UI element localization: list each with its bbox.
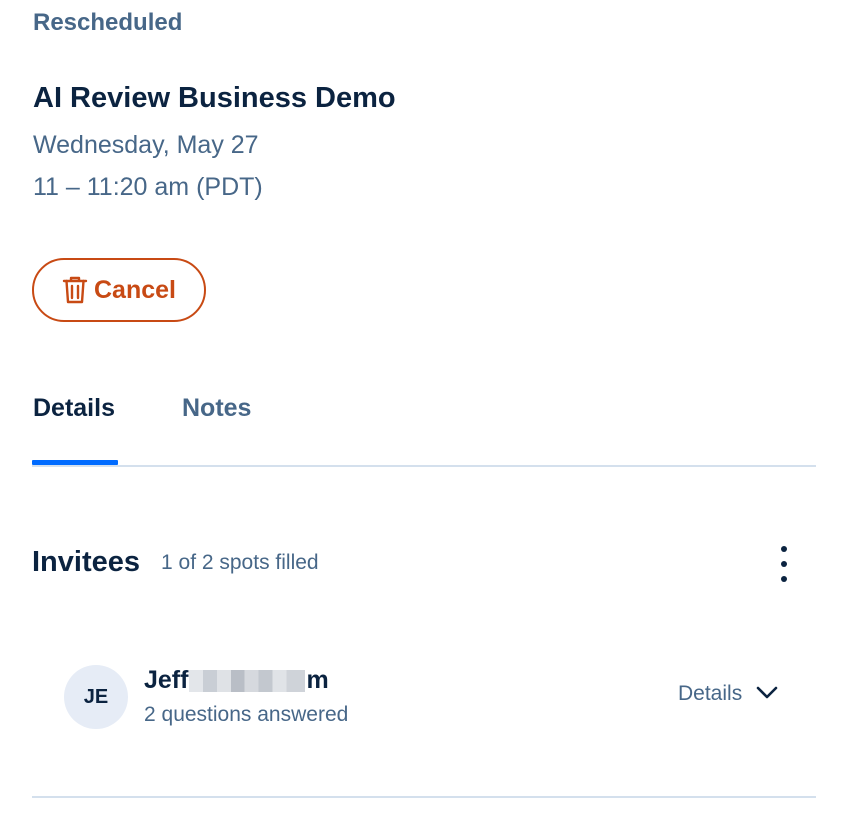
questions-answered: 2 questions answered xyxy=(144,703,349,726)
invitee-name-end: m xyxy=(306,666,329,694)
event-date: Wednesday, May 27 xyxy=(33,131,259,159)
event-title: AI Review Business Demo xyxy=(33,82,396,114)
event-status: Rescheduled xyxy=(33,9,183,36)
tab-bar: Details Notes xyxy=(32,380,816,468)
tab-details[interactable]: Details xyxy=(33,394,115,423)
section-divider xyxy=(32,796,816,798)
more-options-icon-dot xyxy=(781,561,787,567)
chevron-down-icon xyxy=(756,682,778,706)
trash-icon xyxy=(62,275,88,305)
event-time: 11 – 11:20 am (PDT) xyxy=(33,173,263,201)
invitee-details-label: Details xyxy=(678,682,743,705)
spots-filled-count: 1 of 2 spots filled xyxy=(161,551,319,574)
more-options-icon xyxy=(781,546,787,552)
invitees-heading: Invitees xyxy=(32,546,140,578)
invitee-details-toggle[interactable]: Details xyxy=(678,682,778,706)
cancel-button-label: Cancel xyxy=(94,275,176,304)
invitee-row: JE Jeff m 2 questions answered Details xyxy=(32,640,816,760)
invitee-name: Jeff m xyxy=(144,666,329,695)
tab-notes[interactable]: Notes xyxy=(182,394,251,423)
more-options-button[interactable] xyxy=(770,546,798,582)
more-options-icon-dot xyxy=(781,576,787,582)
tabs-divider xyxy=(32,465,816,467)
cancel-button[interactable]: Cancel xyxy=(32,258,206,322)
redacted-name-block xyxy=(189,669,306,692)
invitee-name-start: Jeff xyxy=(144,666,189,694)
avatar: JE xyxy=(64,665,128,729)
